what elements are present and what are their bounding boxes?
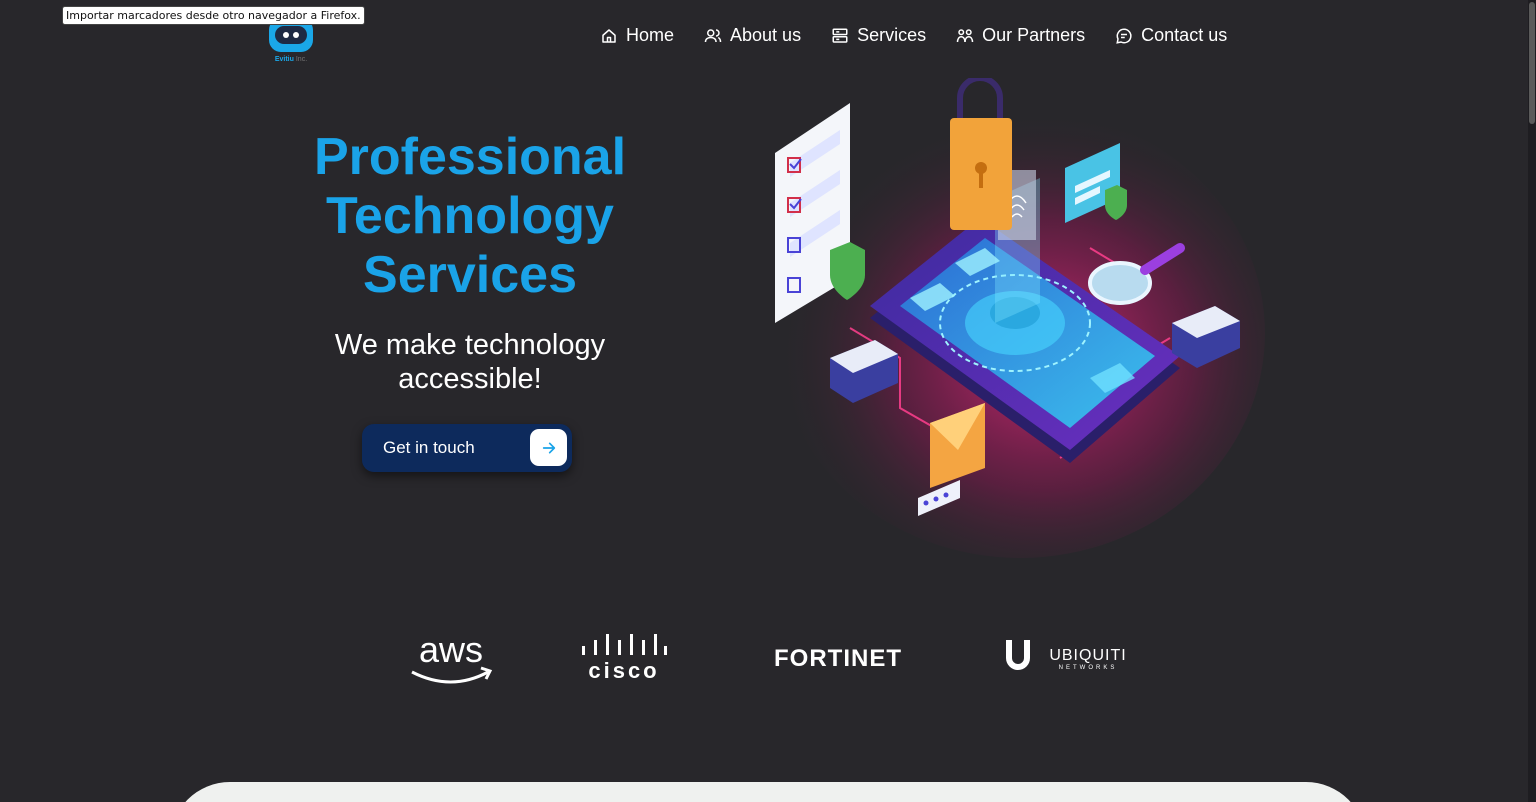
svg-text:FORTINET: FORTINET: [774, 645, 902, 672]
hero-subtitle: We make technology accessible!: [334, 329, 606, 395]
nav-about-label: About us: [730, 25, 802, 45]
get-in-touch-button[interactable]: Get in touch: [362, 424, 572, 472]
browser-tooltip: Importar marcadores desde otro navegador…: [62, 6, 365, 25]
hero-title: Professional Technology Services: [313, 128, 627, 304]
server-icon: [832, 28, 848, 43]
nav-services-label: Services: [857, 25, 927, 45]
nav-contact-label: Contact us: [1141, 25, 1228, 45]
nav-contact[interactable]: Contact us: [1115, 25, 1227, 46]
chat-icon: [1116, 27, 1132, 44]
nav-partners[interactable]: Our Partners: [956, 25, 1085, 46]
cybersecurity-illustration: [775, 78, 1265, 558]
next-section-card: [170, 782, 1366, 802]
partners-logos: aws cisco FORTINET UBIQUITI NETWORKS: [0, 628, 1536, 688]
scrollbar-thumb[interactable]: [1529, 2, 1535, 124]
aws-logo: aws: [411, 632, 493, 684]
arrow-right-icon: [530, 429, 567, 466]
home-icon: [602, 28, 616, 43]
svg-text:cisco: cisco: [588, 658, 659, 682]
svg-text:UBIQUITI: UBIQUITI: [1049, 647, 1126, 664]
svg-text:aws: aws: [419, 632, 483, 670]
main-nav: Home About us Services Our Partners Cont…: [600, 25, 1227, 46]
nav-about[interactable]: About us: [704, 25, 801, 46]
nav-home[interactable]: Home: [600, 25, 674, 46]
nav-home-label: Home: [626, 25, 675, 45]
ubiquiti-logo: UBIQUITI NETWORKS: [1006, 640, 1126, 671]
partners-icon: [956, 28, 974, 42]
logo-brand-text: Evitiu Inc.: [274, 56, 308, 63]
users-icon: [704, 28, 722, 42]
svg-text:NETWORKS: NETWORKS: [1059, 665, 1118, 671]
cisco-logo: cisco: [582, 634, 667, 682]
fortinet-logo: FORTINET: [774, 645, 902, 672]
nav-partners-label: Our Partners: [982, 25, 1086, 45]
page-scrollbar[interactable]: [1528, 0, 1536, 802]
site-logo[interactable]: Evitiu Inc.: [268, 18, 314, 70]
get-in-touch-label: Get in touch: [383, 438, 475, 457]
nav-services[interactable]: Services: [831, 25, 926, 46]
